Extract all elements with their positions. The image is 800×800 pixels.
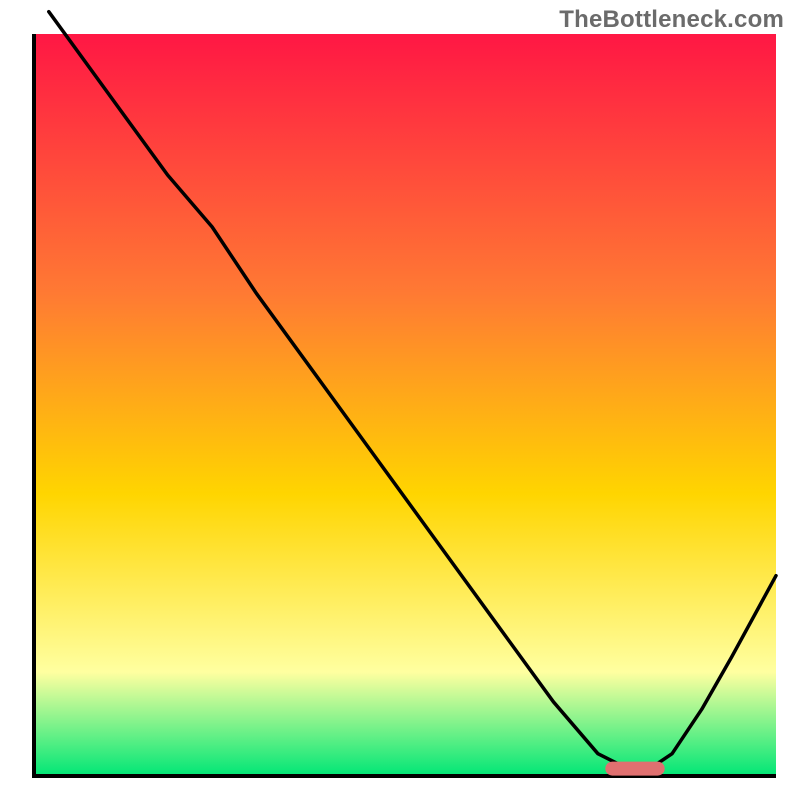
- optimal-marker: [605, 762, 664, 776]
- bottleneck-chart: [0, 0, 800, 800]
